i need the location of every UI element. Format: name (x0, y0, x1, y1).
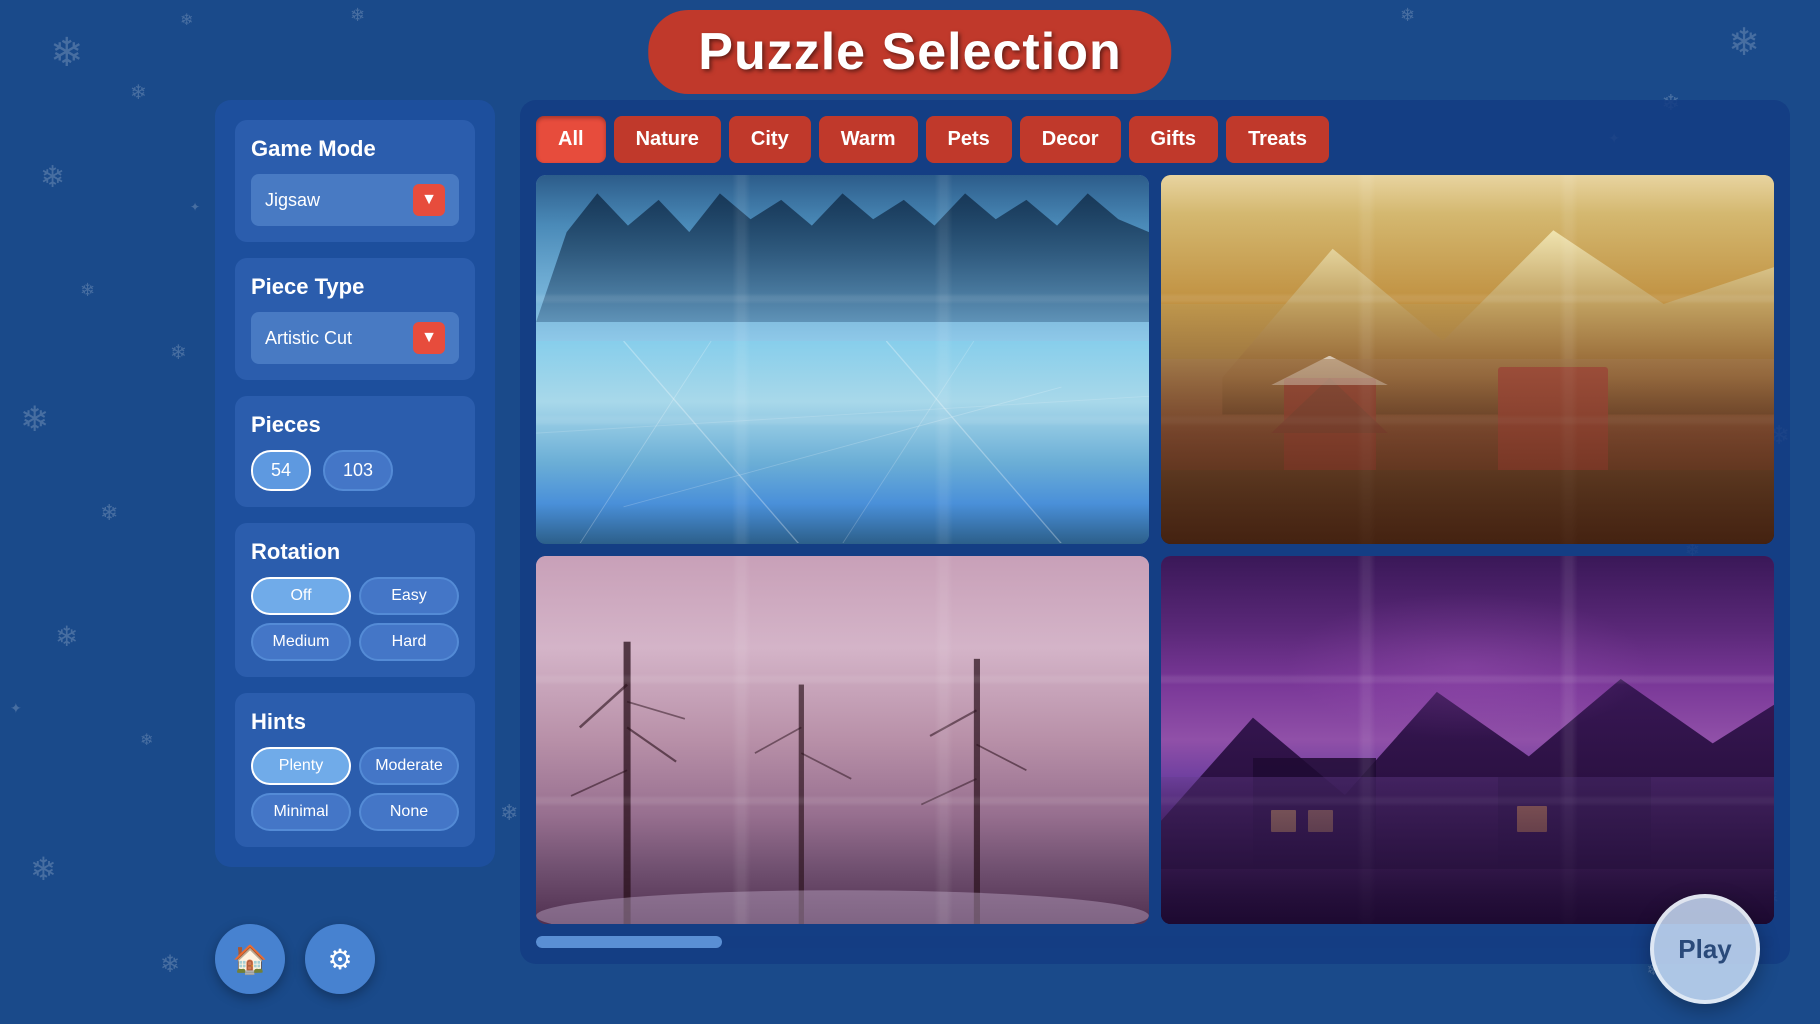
puzzle-image-night-village (1161, 556, 1774, 925)
hints-title: Hints (251, 709, 459, 735)
settings-button[interactable]: ⚙ (305, 924, 375, 994)
piece-btn-54[interactable]: 54 (251, 450, 311, 491)
hint-btn-moderate[interactable]: Moderate (359, 747, 459, 785)
puzzle-pieces-overlay-3 (536, 556, 1149, 925)
game-mode-section: Game Mode Jigsaw ▼ (235, 120, 475, 242)
rotation-btn-hard[interactable]: Hard (359, 623, 459, 661)
category-tab-city[interactable]: City (729, 116, 811, 163)
page-title: Puzzle Selection (698, 23, 1121, 81)
gear-icon: ⚙ (327, 943, 352, 976)
title-container: Puzzle Selection (648, 10, 1171, 94)
category-tab-all[interactable]: All (536, 116, 606, 163)
pieces-options: 54 103 (251, 450, 459, 491)
hint-btn-plenty[interactable]: Plenty (251, 747, 351, 785)
rotation-btn-medium[interactable]: Medium (251, 623, 351, 661)
category-tabs: All Nature City Warm Pets Decor Gifts Tr… (536, 116, 1774, 163)
scroll-bar[interactable] (536, 936, 1774, 948)
hint-btn-none[interactable]: None (359, 793, 459, 831)
rotation-btn-off[interactable]: Off (251, 577, 351, 615)
home-icon: 🏠 (233, 943, 268, 976)
play-button[interactable]: Play (1650, 894, 1760, 1004)
game-mode-value: Jigsaw (265, 190, 320, 211)
left-panel: Game Mode Jigsaw ▼ Piece Type Artistic C… (215, 100, 495, 867)
puzzle-pieces-overlay-2 (1161, 175, 1774, 544)
category-tab-warm[interactable]: Warm (819, 116, 918, 163)
category-tab-nature[interactable]: Nature (614, 116, 721, 163)
puzzle-pieces-overlay-4 (1161, 556, 1774, 925)
home-button[interactable]: 🏠 (215, 924, 285, 994)
bottom-left-buttons: 🏠 ⚙ (215, 924, 375, 994)
rotation-btn-easy[interactable]: Easy (359, 577, 459, 615)
play-label: Play (1678, 934, 1732, 965)
piece-type-dropdown[interactable]: Artistic Cut ▼ (251, 312, 459, 364)
puzzle-image-frozen-lake (536, 175, 1149, 544)
rotation-options: Off Easy Medium Hard (251, 577, 459, 661)
hints-section: Hints Plenty Moderate Minimal None (235, 693, 475, 847)
category-tab-treats[interactable]: Treats (1226, 116, 1329, 163)
puzzle-pieces-overlay-1 (536, 175, 1149, 544)
hint-btn-minimal[interactable]: Minimal (251, 793, 351, 831)
category-tab-gifts[interactable]: Gifts (1129, 116, 1219, 163)
puzzle-card-snowy-village[interactable] (1161, 175, 1774, 544)
piece-type-section: Piece Type Artistic Cut ▼ (235, 258, 475, 380)
scroll-bar-thumb (536, 936, 722, 948)
category-tab-pets[interactable]: Pets (926, 116, 1012, 163)
puzzle-image-winter-trees (536, 556, 1149, 925)
pieces-title: Pieces (251, 412, 459, 438)
piece-type-arrow: ▼ (413, 322, 445, 354)
puzzle-image-snowy-village (1161, 175, 1774, 544)
puzzle-card-night-village[interactable] (1161, 556, 1774, 925)
pieces-section: Pieces 54 103 (235, 396, 475, 507)
puzzle-grid (536, 175, 1774, 924)
rotation-title: Rotation (251, 539, 459, 565)
main-puzzle-area: All Nature City Warm Pets Decor Gifts Tr… (520, 100, 1790, 964)
hints-options: Plenty Moderate Minimal None (251, 747, 459, 831)
game-mode-dropdown[interactable]: Jigsaw ▼ (251, 174, 459, 226)
piece-type-title: Piece Type (251, 274, 459, 300)
rotation-section: Rotation Off Easy Medium Hard (235, 523, 475, 677)
category-tab-decor[interactable]: Decor (1020, 116, 1121, 163)
game-mode-title: Game Mode (251, 136, 459, 162)
piece-type-value: Artistic Cut (265, 328, 352, 349)
game-mode-arrow: ▼ (413, 184, 445, 216)
puzzle-card-winter-trees[interactable] (536, 556, 1149, 925)
puzzle-card-frozen-lake[interactable] (536, 175, 1149, 544)
piece-btn-103[interactable]: 103 (323, 450, 393, 491)
